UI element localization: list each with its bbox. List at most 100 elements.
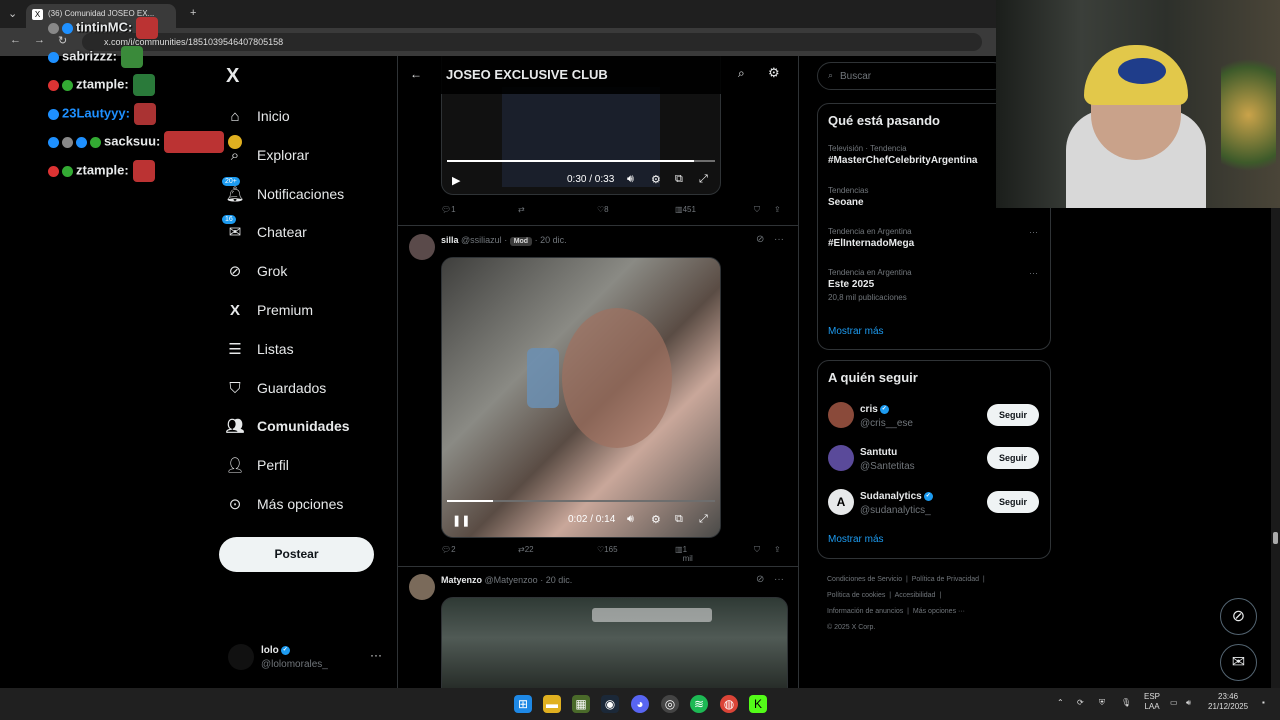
volume-icon[interactable]: 🔊︎ xyxy=(627,173,634,186)
more-icon[interactable]: ··· xyxy=(774,234,784,245)
scrollbar-thumb[interactable] xyxy=(1273,532,1278,544)
footer-link[interactable]: Política de Privacidad xyxy=(912,576,979,583)
avatar[interactable] xyxy=(409,234,435,260)
follow-suggestion[interactable]: cris ✓ @cris__ese Seguir xyxy=(828,400,1040,432)
windows-start-icon[interactable]: ⊞ xyxy=(514,695,532,713)
follow-suggestion[interactable]: A Sudanalytics ✓ @sudanalytics_ Seguir xyxy=(828,487,1040,519)
share-icon[interactable]: ⇪ xyxy=(774,205,781,214)
x-logo-icon[interactable]: X xyxy=(226,65,239,88)
nav-item-listas[interactable]: ☰ Listas xyxy=(226,334,293,364)
chrome-icon[interactable]: ◍ xyxy=(720,695,738,713)
fullscreen-icon[interactable]: ⤢ xyxy=(699,513,708,526)
footer-link[interactable]: Más opciones ··· xyxy=(913,608,965,615)
game-app-icon[interactable]: ▦ xyxy=(572,695,590,713)
grok-icon[interactable]: ⊘ xyxy=(756,234,764,245)
tab-list-icon[interactable]: ⌄ xyxy=(8,7,17,20)
account-switcher[interactable]: lolo ✓ @lolomorales_ ··· xyxy=(228,642,388,674)
nav-item-guardados[interactable]: ⛉ Guardados xyxy=(226,373,326,403)
settings-icon[interactable]: ⚙ xyxy=(651,173,661,186)
follow-button[interactable]: Seguir xyxy=(987,404,1039,426)
volume-icon[interactable]: 🔊︎ xyxy=(1186,698,1191,708)
obs-icon[interactable]: ◎ xyxy=(661,695,679,713)
nav-item-perfil[interactable]: 👤︎ Perfil xyxy=(225,450,288,480)
trend-item[interactable]: Tendencia en Argentina #ElInternadoMega … xyxy=(828,227,1038,249)
network-icon[interactable]: ▭ xyxy=(1170,698,1178,708)
like-button[interactable]: ♡ 165 xyxy=(597,545,618,554)
reply-button[interactable]: 💬︎ 1 xyxy=(441,205,456,214)
language-indicator[interactable]: ESP LAA xyxy=(1144,692,1160,712)
more-icon[interactable]: ··· xyxy=(1029,227,1038,237)
url-field[interactable]: x.com/i/communities/1851039546407805158 xyxy=(82,33,982,51)
nav-item-grok[interactable]: ⊘ Grok xyxy=(226,256,288,286)
author-handle[interactable]: @ssiliazul xyxy=(461,235,502,245)
pip-icon[interactable]: ⧉ xyxy=(675,173,683,186)
forward-icon[interactable]: → xyxy=(34,34,45,46)
volume-icon[interactable]: 🔊︎ xyxy=(627,513,634,526)
sync-icon[interactable]: ⟳ xyxy=(1077,698,1084,708)
gear-icon[interactable]: ⚙ xyxy=(768,65,780,81)
footer-link[interactable]: Accesibilidad xyxy=(895,592,936,599)
bookmark-icon[interactable]: ⛉ xyxy=(754,205,760,215)
shield-icon[interactable]: ⛨ xyxy=(1099,698,1105,708)
spotify-icon[interactable]: ≋ xyxy=(690,695,708,713)
settings-icon[interactable]: ⚙ xyxy=(651,513,661,526)
pip-icon[interactable]: ⧉ xyxy=(675,513,683,526)
nav-item-mas-opciones[interactable]: ⊙ Más opciones xyxy=(226,489,344,519)
nav-item-chatear[interactable]: ✉ 16 Chatear xyxy=(222,215,307,247)
fullscreen-icon[interactable]: ⤢ xyxy=(699,173,708,186)
follow-button[interactable]: Seguir xyxy=(987,491,1039,513)
search-icon[interactable]: ⌕ xyxy=(738,66,745,81)
author-name[interactable]: Matyenzo xyxy=(441,575,482,585)
avatar[interactable] xyxy=(409,574,435,600)
more-icon[interactable]: ··· xyxy=(774,574,784,585)
show-more-link[interactable]: Mostrar más xyxy=(828,326,884,337)
tweet-date[interactable]: 20 dic. xyxy=(546,575,573,585)
back-arrow-icon[interactable]: ← xyxy=(410,67,422,81)
nav-item-premium[interactable]: X Premium xyxy=(226,295,313,325)
like-button[interactable]: ♡ 8 xyxy=(597,205,609,214)
follow-button[interactable]: Seguir xyxy=(987,447,1039,469)
file-explorer-icon[interactable]: ▬ xyxy=(543,695,561,713)
reply-button[interactable]: 💬︎ 2 xyxy=(441,545,456,554)
views-button[interactable]: ▥ 451 xyxy=(675,205,696,214)
steam-icon[interactable]: ◉ xyxy=(601,695,619,713)
new-tab-icon[interactable]: + xyxy=(190,7,196,19)
retweet-button[interactable]: ⇄ xyxy=(518,205,525,214)
microphone-icon[interactable]: 🎙︎ xyxy=(1121,698,1131,708)
chevron-up-icon[interactable]: ⌃ xyxy=(1057,698,1064,708)
follow-suggestion[interactable]: Santutu @Santetitas Seguir xyxy=(828,443,1040,475)
tweet-date[interactable]: 20 dic. xyxy=(540,235,567,245)
grok-icon[interactable]: ⊘ xyxy=(756,574,764,585)
video-player[interactable]: ❚❚ 0:02 / 0:14 🔊︎ ⚙ ⧉ ⤢ xyxy=(441,257,721,538)
nav-item-comunidades[interactable]: 👥︎ Comunidades xyxy=(225,411,349,441)
tweet-image[interactable] xyxy=(441,597,788,688)
grok-fab-icon[interactable]: ⊘ xyxy=(1220,598,1257,635)
video-progress[interactable] xyxy=(447,500,715,502)
search-input[interactable]: ⌕ Buscar xyxy=(817,62,1007,90)
video-progress[interactable] xyxy=(447,160,715,162)
footer-link[interactable]: Política de cookies xyxy=(827,592,885,599)
author-name[interactable]: silla xyxy=(441,235,459,245)
notifications-icon[interactable]: ▪ xyxy=(1262,698,1265,708)
footer-link[interactable]: Información de anuncios xyxy=(827,608,903,615)
views-button[interactable]: ▥ 1 mil xyxy=(675,545,693,563)
trend-item[interactable]: Tendencia en Argentina Este 2025 20,8 mi… xyxy=(828,268,1038,302)
kick-icon[interactable]: K xyxy=(749,695,767,713)
share-icon[interactable]: ⇪ xyxy=(774,545,781,554)
clock[interactable]: 23:46 21/12/2025 xyxy=(1208,692,1248,712)
pause-icon[interactable]: ❚❚ xyxy=(452,514,470,527)
footer-link[interactable]: Condiciones de Servicio xyxy=(827,576,902,583)
nav-item-notificaciones[interactable]: 🔔︎ 20+ Notificaciones xyxy=(222,177,344,209)
back-icon[interactable]: ← xyxy=(10,34,21,46)
more-icon[interactable]: ··· xyxy=(370,648,382,662)
retweet-button[interactable]: ⇄ 22 xyxy=(518,545,534,554)
nav-item-inicio[interactable]: ⌂ Inicio xyxy=(226,101,289,131)
bookmark-icon[interactable]: ⛉ xyxy=(754,545,760,555)
more-icon[interactable]: ··· xyxy=(1029,268,1038,278)
post-button[interactable]: Postear xyxy=(219,537,374,572)
show-more-link[interactable]: Mostrar más xyxy=(828,534,884,545)
discord-icon[interactable]: ◕ xyxy=(631,695,649,713)
author-handle[interactable]: @Matyenzoo xyxy=(485,575,538,585)
play-icon[interactable]: ▶ xyxy=(452,174,460,187)
messages-fab-icon[interactable]: ✉ xyxy=(1220,644,1257,681)
